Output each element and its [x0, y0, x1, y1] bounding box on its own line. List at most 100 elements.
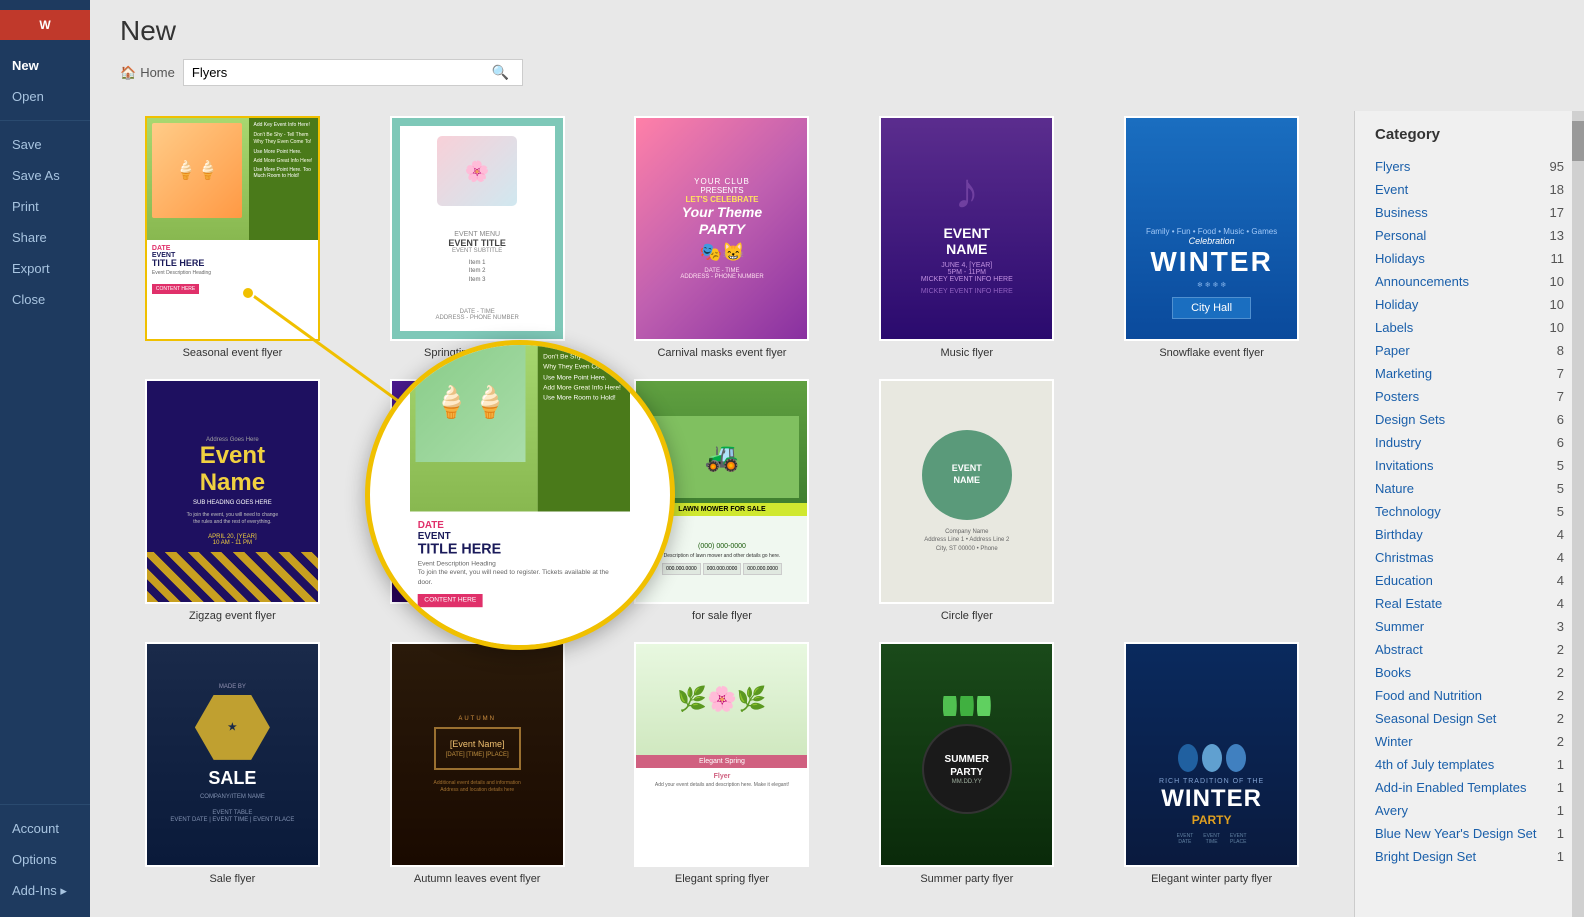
sidebar-divider-2	[0, 804, 90, 805]
sidebar: W New Open Save Save As Print Share Expo…	[0, 0, 90, 917]
category-row-announcements[interactable]: Announcements 10	[1355, 270, 1584, 293]
cat-count-designsets: 6	[1557, 412, 1564, 427]
category-row-event[interactable]: Event 18	[1355, 178, 1584, 201]
template-autumn[interactable]: AUTUMN [Event Name] [DATE] [TIME] [PLACE…	[365, 642, 590, 885]
cat-name-books: Books	[1375, 665, 1411, 680]
breadcrumb-home[interactable]: 🏠 Home	[120, 65, 175, 81]
cat-name-addin: Add-in Enabled Templates	[1375, 780, 1527, 795]
category-row-4thjuly[interactable]: 4th of July templates 1	[1355, 753, 1584, 776]
cat-count-foodnutrition: 2	[1557, 688, 1564, 703]
template-circle[interactable]: EVENTNAME Company NameAddress Line 1 • A…	[854, 379, 1079, 622]
category-row-winter[interactable]: Winter 2	[1355, 730, 1584, 753]
template-sale[interactable]: MADE BY ★ SALE COMPANY/ITEM NAMEEVENT TA…	[120, 642, 345, 885]
template-winterparty[interactable]: RICH TRADITION OF THE WINTER PARTY EVENT…	[1099, 642, 1324, 885]
template-thumb-music[interactable]: ♪ EVENTNAME JUNE 4, [YEAR]5PM - 11PMMICK…	[879, 116, 1054, 341]
cat-count-seasonaldesign: 2	[1557, 711, 1564, 726]
category-row-technology[interactable]: Technology 5	[1355, 500, 1584, 523]
sidebar-item-addins[interactable]: Add-Ins ▸	[0, 875, 90, 907]
category-row-flyers[interactable]: Flyers 95	[1355, 155, 1584, 178]
sidebar-item-new[interactable]: New	[0, 50, 90, 81]
category-row-avery[interactable]: Avery 1	[1355, 799, 1584, 822]
sidebar-item-share[interactable]: Share	[0, 222, 90, 253]
scrollbar-thumb[interactable]	[1572, 121, 1584, 161]
sidebar-item-export[interactable]: Export	[0, 253, 90, 284]
home-label[interactable]: Home	[140, 65, 175, 80]
category-row-business[interactable]: Business 17	[1355, 201, 1584, 224]
template-thumb-summer[interactable]: SUMMERPARTY MM.DD.YY	[879, 642, 1054, 867]
template-thumb-springtime[interactable]: 🌸 EVENT MENU EVENT TITLE EVENT SUBTITLE …	[390, 116, 565, 341]
template-thumb-winterparty[interactable]: RICH TRADITION OF THE WINTER PARTY EVENT…	[1124, 642, 1299, 867]
category-row-industry[interactable]: Industry 6	[1355, 431, 1584, 454]
template-snowflake[interactable]: Family • Fun • Food • Music • Games Cele…	[1099, 116, 1324, 359]
template-label-forsale: for sale flyer	[692, 610, 752, 622]
cat-name-realestate: Real Estate	[1375, 596, 1442, 611]
template-thumb-circle[interactable]: EVENTNAME Company NameAddress Line 1 • A…	[879, 379, 1054, 604]
template-carnival[interactable]: YOUR CLUB PRESENTS LET'S CELEBRATE Your …	[610, 116, 835, 359]
category-row-birthday[interactable]: Birthday 4	[1355, 523, 1584, 546]
templates-area: 🍦🍦 Add Key Event Info Here! Don't Be Shy…	[90, 111, 1354, 917]
template-seasonal[interactable]: 🍦🍦 Add Key Event Info Here! Don't Be Shy…	[120, 116, 345, 359]
template-music[interactable]: ♪ EVENTNAME JUNE 4, [YEAR]5PM - 11PMMICK…	[854, 116, 1079, 359]
template-forsale[interactable]: 🚜 LAWN MOWER FOR SALE (000) 000-0000 Des…	[610, 379, 835, 622]
template-elegantspring[interactable]: 🌿🌸🌿 Elegant Spring Flyer Add your event …	[610, 642, 835, 885]
template-thumb-carnival[interactable]: YOUR CLUB PRESENTS LET'S CELEBRATE Your …	[634, 116, 809, 341]
template-thumb-forsale[interactable]: 🚜 LAWN MOWER FOR SALE (000) 000-0000 Des…	[634, 379, 809, 604]
search-input[interactable]	[192, 65, 492, 80]
page-title: New	[120, 15, 1554, 47]
cat-name-winter: Winter	[1375, 734, 1413, 749]
template-cultural[interactable]: JUNE 4, [YEAR] EVENTNAME 9 PM - 11PM MIC…	[365, 379, 590, 622]
category-row-christmas[interactable]: Christmas 4	[1355, 546, 1584, 569]
template-thumb-seasonal[interactable]: 🍦🍦 Add Key Event Info Here! Don't Be Shy…	[145, 116, 320, 341]
template-label-elegantspring: Elegant spring flyer	[675, 873, 769, 885]
template-springtime[interactable]: 🌸 EVENT MENU EVENT TITLE EVENT SUBTITLE …	[365, 116, 590, 359]
cat-name-technology: Technology	[1375, 504, 1441, 519]
category-row-seasonaldesign[interactable]: Seasonal Design Set 2	[1355, 707, 1584, 730]
sidebar-item-close[interactable]: Close	[0, 284, 90, 315]
cat-name-event: Event	[1375, 182, 1408, 197]
template-thumb-elegantspring[interactable]: 🌿🌸🌿 Elegant Spring Flyer Add your event …	[634, 642, 809, 867]
category-row-foodnutrition[interactable]: Food and Nutrition 2	[1355, 684, 1584, 707]
search-icon[interactable]: 🔍	[492, 64, 509, 81]
category-row-marketing[interactable]: Marketing 7	[1355, 362, 1584, 385]
category-row-realestate[interactable]: Real Estate 4	[1355, 592, 1584, 615]
category-row-books[interactable]: Books 2	[1355, 661, 1584, 684]
cat-name-invitations: Invitations	[1375, 458, 1434, 473]
category-row-education[interactable]: Education 4	[1355, 569, 1584, 592]
sidebar-item-open[interactable]: Open	[0, 81, 90, 112]
template-thumb-cultural[interactable]: JUNE 4, [YEAR] EVENTNAME 9 PM - 11PM MIC…	[390, 379, 565, 604]
category-row-invitations[interactable]: Invitations 5	[1355, 454, 1584, 477]
category-row-holiday[interactable]: Holiday 10	[1355, 293, 1584, 316]
template-thumb-snowflake[interactable]: Family • Fun • Food • Music • Games Cele…	[1124, 116, 1299, 341]
category-row-holidays[interactable]: Holidays 11	[1355, 247, 1584, 270]
sidebar-item-options[interactable]: Options	[0, 844, 90, 875]
category-row-labels[interactable]: Labels 10	[1355, 316, 1584, 339]
sidebar-item-saveas[interactable]: Save As	[0, 160, 90, 191]
main-content: New 🏠 Home 🔍 🍦	[90, 0, 1584, 917]
template-thumb-sale[interactable]: MADE BY ★ SALE COMPANY/ITEM NAMEEVENT TA…	[145, 642, 320, 867]
scrollbar-track[interactable]	[1572, 111, 1584, 917]
template-label-springtime: Springtime event flyer	[424, 347, 530, 359]
category-row-abstract[interactable]: Abstract 2	[1355, 638, 1584, 661]
category-row-summer[interactable]: Summer 3	[1355, 615, 1584, 638]
category-row-addin[interactable]: Add-in Enabled Templates 1	[1355, 776, 1584, 799]
category-row-posters[interactable]: Posters 7	[1355, 385, 1584, 408]
category-row-personal[interactable]: Personal 13	[1355, 224, 1584, 247]
category-row-bluenewyear[interactable]: Blue New Year's Design Set 1	[1355, 822, 1584, 845]
cat-count-technology: 5	[1557, 504, 1564, 519]
sidebar-item-save[interactable]: Save	[0, 129, 90, 160]
template-summer[interactable]: SUMMERPARTY MM.DD.YY Summer party flyer	[854, 642, 1079, 885]
cat-name-posters: Posters	[1375, 389, 1419, 404]
search-box[interactable]: 🔍	[183, 59, 523, 86]
cat-count-labels: 10	[1550, 320, 1564, 335]
template-thumb-autumn[interactable]: AUTUMN [Event Name] [DATE] [TIME] [PLACE…	[390, 642, 565, 867]
cat-count-industry: 6	[1557, 435, 1564, 450]
template-thumb-zigzag[interactable]: Address Goes Here EventName SUB HEADING …	[145, 379, 320, 604]
cat-name-labels: Labels	[1375, 320, 1413, 335]
category-row-brightdesign[interactable]: Bright Design Set 1	[1355, 845, 1584, 868]
category-row-paper[interactable]: Paper 8	[1355, 339, 1584, 362]
category-row-nature[interactable]: Nature 5	[1355, 477, 1584, 500]
category-row-designsets[interactable]: Design Sets 6	[1355, 408, 1584, 431]
template-zigzag[interactable]: Address Goes Here EventName SUB HEADING …	[120, 379, 345, 622]
sidebar-item-print[interactable]: Print	[0, 191, 90, 222]
sidebar-item-account[interactable]: Account	[0, 813, 90, 844]
